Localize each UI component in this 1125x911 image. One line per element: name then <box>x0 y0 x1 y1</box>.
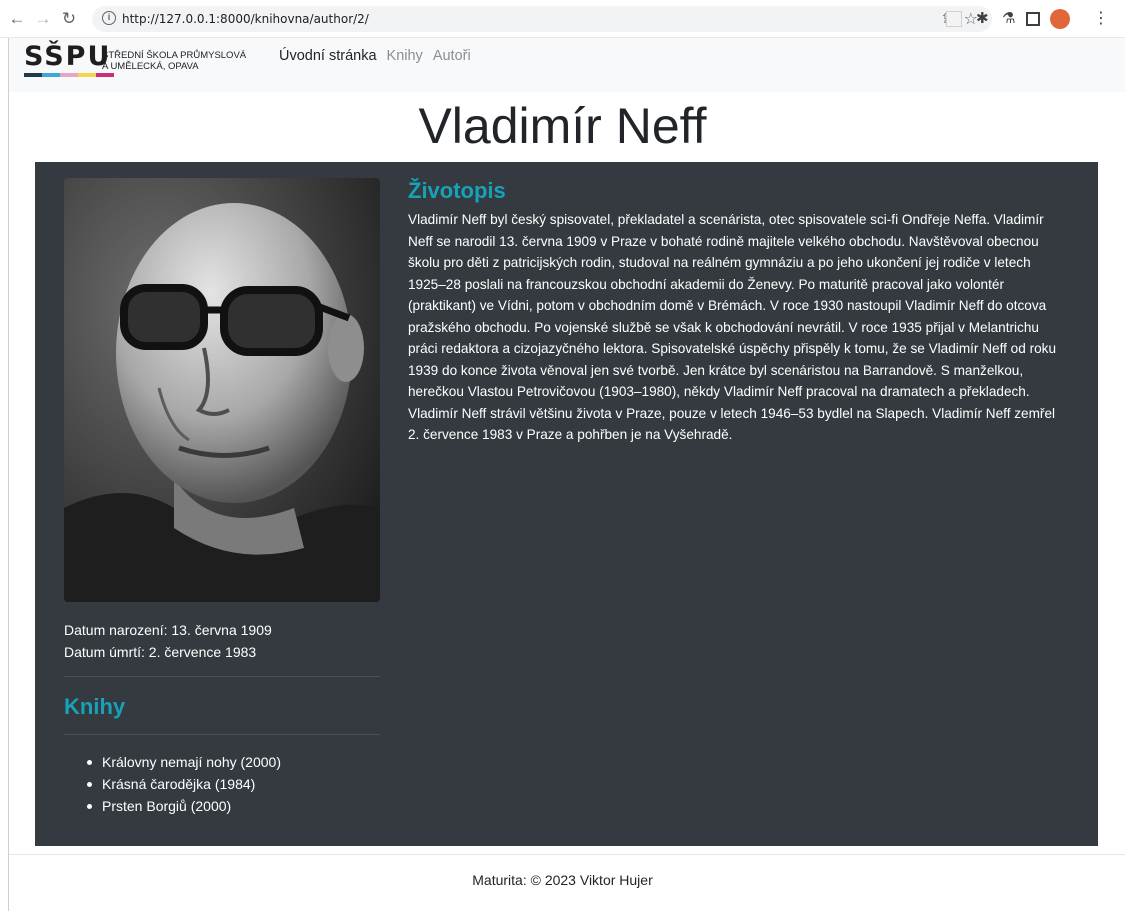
book-item[interactable]: Královny nemají nohy (2000) <box>64 751 281 773</box>
window-edge <box>8 38 9 911</box>
author-dates: Datum narození: 13. června 1909 Datum úm… <box>64 619 272 663</box>
back-arrow-icon[interactable]: ← <box>6 8 28 30</box>
browser-toolbar: ← → ↻ i http://127.0.0.1:8000/knihovna/a… <box>0 0 1125 38</box>
extension-icon[interactable] <box>946 11 962 27</box>
logo-bar <box>42 73 60 77</box>
logo-bar <box>60 73 78 77</box>
site-info-icon[interactable]: i <box>102 11 116 25</box>
footer-divider <box>9 854 1125 855</box>
divider <box>64 676 380 677</box>
logo-bar <box>78 73 96 77</box>
author-portrait <box>64 178 380 602</box>
books-heading: Knihy <box>64 694 126 719</box>
portrait-image <box>64 178 380 602</box>
profile-avatar[interactable] <box>1050 9 1070 29</box>
lab-flask-icon[interactable]: ⚗ <box>1002 9 1015 29</box>
divider <box>64 734 380 735</box>
author-first-name: Vladimír <box>418 98 602 154</box>
nav-link-home[interactable]: Úvodní stránka <box>279 48 377 64</box>
extensions-puzzle-icon[interactable]: ✱ <box>976 9 989 29</box>
death-date: Datum úmrtí: 2. července 1983 <box>64 644 257 660</box>
site-header: SŠPU STŘEDNÍ ŠKOLA PRŮMYSLOVÁ A UMĚLECKÁ… <box>9 38 1125 92</box>
nav-link-authors[interactable]: Autoři <box>433 48 471 64</box>
book-item[interactable]: Krásná čarodějka (1984) <box>64 773 281 795</box>
logo-bar <box>96 73 114 77</box>
school-logo[interactable]: SŠPU <box>24 43 114 77</box>
birth-date: Datum narození: 13. června 1909 <box>64 622 272 638</box>
nav-link-books[interactable]: Knihy <box>387 48 423 64</box>
main-nav: Úvodní stránka Knihy Autoři <box>279 48 471 64</box>
logo-color-bars <box>24 73 114 77</box>
logo-subtitle-line: A UMĚLECKÁ, OPAVA <box>102 61 199 72</box>
book-item[interactable]: Prsten Borgiů (2000) <box>64 795 281 817</box>
biography-heading: Životopis <box>408 178 506 203</box>
logo-bar <box>24 73 42 77</box>
address-url[interactable]: http://127.0.0.1:8000/knihovna/author/2/ <box>122 12 369 26</box>
author-last-name: Neff <box>615 98 707 154</box>
author-panel: Datum narození: 13. června 1909 Datum úm… <box>35 162 1098 846</box>
logo-subtitle-line: STŘEDNÍ ŠKOLA PRŮMYSLOVÁ <box>102 50 247 61</box>
address-bar[interactable]: i http://127.0.0.1:8000/knihovna/author/… <box>92 6 992 32</box>
books-list: Královny nemají nohy (2000) Krásná čarod… <box>64 751 281 817</box>
more-menu-icon[interactable]: ⋮ <box>1093 9 1109 29</box>
forward-arrow-icon[interactable]: → <box>32 8 54 30</box>
logo-subtitle: STŘEDNÍ ŠKOLA PRŮMYSLOVÁ A UMĚLECKÁ, OPA… <box>102 50 246 72</box>
footer: Maturita: © 2023 Viktor Hujer <box>472 872 653 888</box>
reload-icon[interactable]: ↻ <box>58 8 80 30</box>
page-title: Vladimír Neff <box>0 94 1125 158</box>
logo-mark: SŠPU <box>24 41 112 72</box>
biography-text: Vladimír Neff byl český spisovatel, přek… <box>408 212 1057 442</box>
side-panel-icon[interactable] <box>1026 12 1040 26</box>
